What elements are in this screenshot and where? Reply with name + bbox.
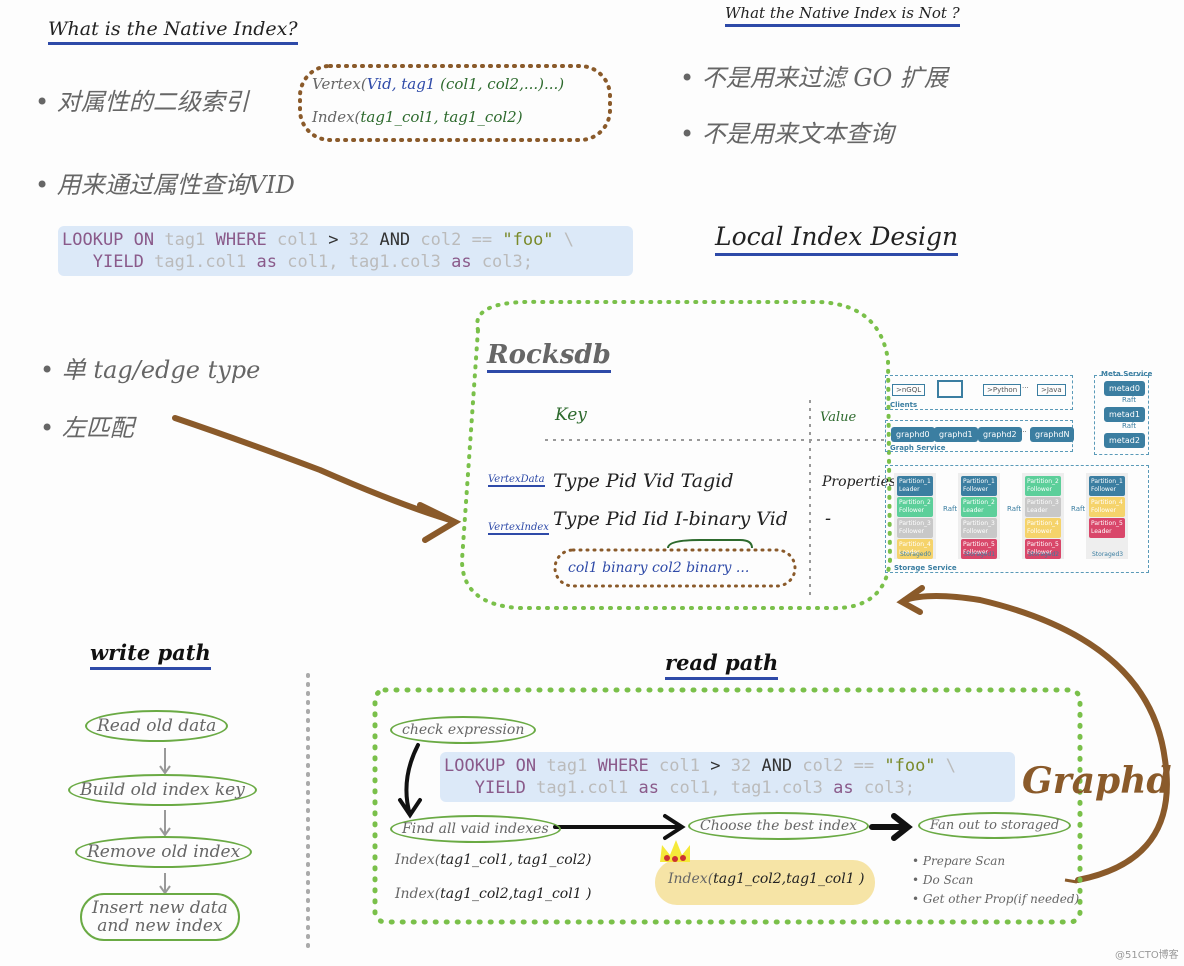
candidate-index-2: Index(tag1_col2,tag1_col1 ): [395, 886, 592, 902]
bullet-not-text: • 不是用来文本查询: [680, 120, 894, 148]
step-check-expression: check expression: [390, 716, 537, 744]
raft-label: Raft: [943, 505, 958, 513]
partition: Partition_3 Follower: [961, 518, 997, 538]
storaged-name: Storaged1: [964, 551, 996, 558]
partition: Partition_3 Follower: [897, 518, 933, 538]
row-label-vertexdata: VertexData: [488, 474, 545, 487]
row-key-vertexindex: Type Pid Iid I-binary Vid: [553, 508, 788, 530]
step-read-old-data: Read old data: [85, 710, 229, 742]
step-fanout-storaged: Fan out to storaged: [918, 812, 1072, 839]
step-insert-new-data: Insert new data and new index: [80, 893, 240, 941]
watermark: @51CTO博客: [1115, 950, 1179, 961]
bullet-single-tag: • 单 tag/edge type: [40, 356, 261, 384]
what-is-title: What is the Native Index?: [48, 18, 298, 45]
architecture-diagram: >nGQL >Python ··· >Java Clients graphd0 …: [882, 370, 1182, 575]
step-build-old-index-key: Build old index key: [68, 774, 257, 806]
raft-label: Raft: [1007, 505, 1022, 513]
note-vertex: Vertex(Vid, tag1 (col1, col2,...)...): [312, 75, 565, 93]
partition: Partition_3 Leader: [1025, 497, 1061, 517]
lookup-query-code-read: LOOKUP ON tag1 WHERE col1 > 32 AND col2 …: [440, 752, 1015, 802]
raft-label: Raft: [1122, 396, 1137, 404]
brown-arrow-graphd: [902, 593, 1170, 883]
storaged-name: Storaged3: [1092, 551, 1124, 558]
partition: Partition_4 Follower: [1025, 518, 1061, 538]
storaged-name: Storaged0: [900, 551, 932, 558]
graphd0: graphd0: [891, 427, 935, 442]
bullet-not-go: • 不是用来过滤 GO 扩展: [680, 64, 948, 92]
raft-label: Raft: [1071, 505, 1086, 513]
graphdN: graphdN: [1030, 427, 1075, 442]
metad0: metad0: [1104, 381, 1145, 396]
meta-service-label: Meta Service: [1101, 370, 1153, 378]
graphd-ellipsis: ···: [1020, 428, 1027, 436]
binary-columns: col1 binary col2 binary ...: [568, 560, 750, 576]
best-index: Index(tag1_col2,tag1_col1 ): [668, 871, 865, 887]
fanout-steps: • Prepare Scan • Do Scan • Get other Prop(…: [912, 854, 1080, 906]
graphd-label: Graphd: [1022, 760, 1172, 802]
row-label-vertexindex: VertexIndex: [488, 522, 549, 535]
partition: Partition_1 Leader: [897, 476, 933, 496]
partition: Partition_1 Follower: [1089, 476, 1125, 496]
bullet-query-vid: • 用来通过属性查询VID: [35, 171, 295, 199]
candidate-index-1: Index(tag1_col1, tag1_col2): [395, 852, 592, 868]
read-path-title: read path: [665, 650, 779, 680]
row-key-vertexdata: Type Pid Vid Tagid: [553, 470, 734, 492]
partition: Partition_2 Follower: [897, 497, 933, 517]
client-ngql: >nGQL: [892, 384, 926, 396]
key-header: Key: [555, 405, 587, 425]
partition: Partition_5 Leader: [1089, 518, 1125, 538]
row-value-vertexindex: -: [825, 508, 832, 529]
metad2: metad2: [1104, 433, 1145, 448]
client-python: >Python: [983, 384, 1022, 396]
lookup-query-code: LOOKUP ON tag1 WHERE col1 > 32 AND col2 …: [58, 226, 633, 276]
partition: Partition_1 Follower: [961, 476, 997, 496]
graphd2: graphd2: [978, 427, 1022, 442]
monitor-icon: [937, 380, 963, 398]
step-find-valid-indexes: Find all vaid indexes: [390, 815, 561, 843]
client-ellipsis: ···: [1022, 384, 1029, 392]
bullet-secondary-index: • 对属性的二级索引: [35, 88, 249, 116]
storaged-name: Storaged2: [1028, 551, 1060, 558]
note-index: Index(tag1_col1, tag1_col2): [312, 108, 523, 126]
partition: Partition_2 Follower: [1025, 476, 1061, 496]
what-not-title: What the Native Index is Not ?: [725, 4, 960, 27]
write-path-title: write path: [90, 640, 211, 670]
local-index-title: Local Index Design: [715, 222, 959, 256]
value-header: Value: [820, 410, 857, 425]
rocksdb-title: Rocksdb: [487, 340, 611, 373]
step-choose-best-index: Choose the best index: [688, 812, 870, 840]
graphd1: graphd1: [934, 427, 978, 442]
raft-label: Raft: [1122, 422, 1137, 430]
graph-service-label: Graph Service: [890, 444, 946, 452]
brown-arrow-local: [172, 415, 453, 523]
bullet-left-match: • 左匹配: [40, 414, 134, 442]
client-java: >Java: [1037, 384, 1066, 396]
clients-label: Clients: [890, 401, 918, 409]
partition: Partition_2 Leader: [961, 497, 997, 517]
partition: Partition_4 Follower: [1089, 497, 1125, 517]
storage-service-label: Storage Service: [894, 564, 957, 572]
step-remove-old-index: Remove old index: [75, 836, 253, 868]
metad1: metad1: [1104, 407, 1145, 422]
